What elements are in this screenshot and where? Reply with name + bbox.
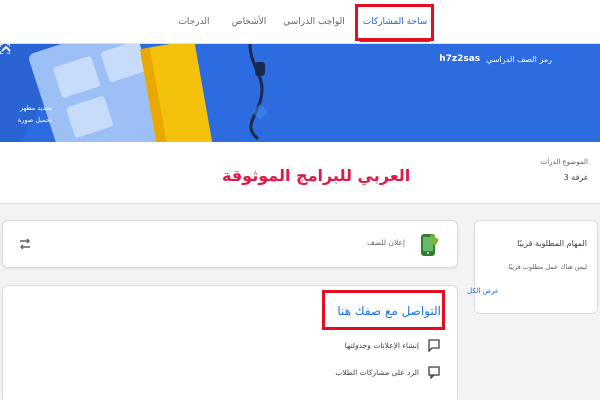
class-room: غرفة 3: [563, 173, 588, 182]
upcoming-empty-text: ليس هناك عمل مطلوب قريبًا.: [506, 263, 587, 271]
class-code-label: رمز الصف الدراسي: [486, 54, 552, 64]
create-announcements-row: إنشاء الإعلانات وجدولتها: [345, 338, 441, 352]
class-topic: الموضوع الذرات: [540, 158, 588, 166]
tab-classwork[interactable]: الواجب الدراسي: [280, 0, 348, 44]
highlight-box-stream-tab: [355, 4, 434, 41]
class-banner: رمز الصف الدراسي h7z2sas تحديد مظهر تحمي…: [0, 44, 600, 142]
class-code-value: h7z2sas: [439, 54, 481, 64]
highlight-box-communicate: [322, 290, 445, 330]
chevron-up-icon[interactable]: [0, 44, 12, 54]
tab-grades[interactable]: الدرجات: [170, 0, 218, 44]
avatar: [421, 234, 439, 256]
tab-people[interactable]: الأشخاص: [225, 0, 273, 44]
reply-posts-row: الرد على مشاركات الطلاب: [335, 365, 441, 379]
upload-photo-link[interactable]: تحميل صورة: [12, 116, 52, 124]
reply-icon: [428, 366, 440, 379]
upcoming-title: المهام المطلوبة قريبًا: [517, 239, 587, 248]
tab-classwork-label: الواجب الدراسي: [283, 17, 345, 27]
announce-bar[interactable]: إعلان للصف: [2, 220, 458, 268]
class-info-card: الموضوع الذرات غرفة 3 العربي للبرامج الم…: [0, 142, 600, 204]
top-tab-bar: الدرجات الأشخاص الواجب الدراسي ساحة المش…: [0, 0, 600, 44]
class-code-display[interactable]: رمز الصف الدراسي h7z2sas: [439, 54, 552, 64]
tab-grades-label: الدرجات: [178, 17, 210, 27]
announce-placeholder[interactable]: إعلان للصف: [367, 238, 405, 247]
reply-posts-text: الرد على مشاركات الطلاب: [335, 367, 419, 377]
repeat-icon[interactable]: [17, 236, 33, 252]
upcoming-work-card: المهام المطلوبة قريبًا ليس هناك عمل مطلو…: [467, 220, 598, 314]
view-all-link[interactable]: عرض الكل: [467, 287, 499, 295]
create-announcements-text: إنشاء الإعلانات وجدولتها: [344, 340, 419, 350]
announcement-icon: [428, 339, 440, 352]
watermark-text: العربي للبرامج الموثوقة: [222, 166, 411, 185]
select-theme-link[interactable]: تحديد مظهر: [12, 104, 52, 112]
tab-people-label: الأشخاص: [231, 17, 267, 27]
